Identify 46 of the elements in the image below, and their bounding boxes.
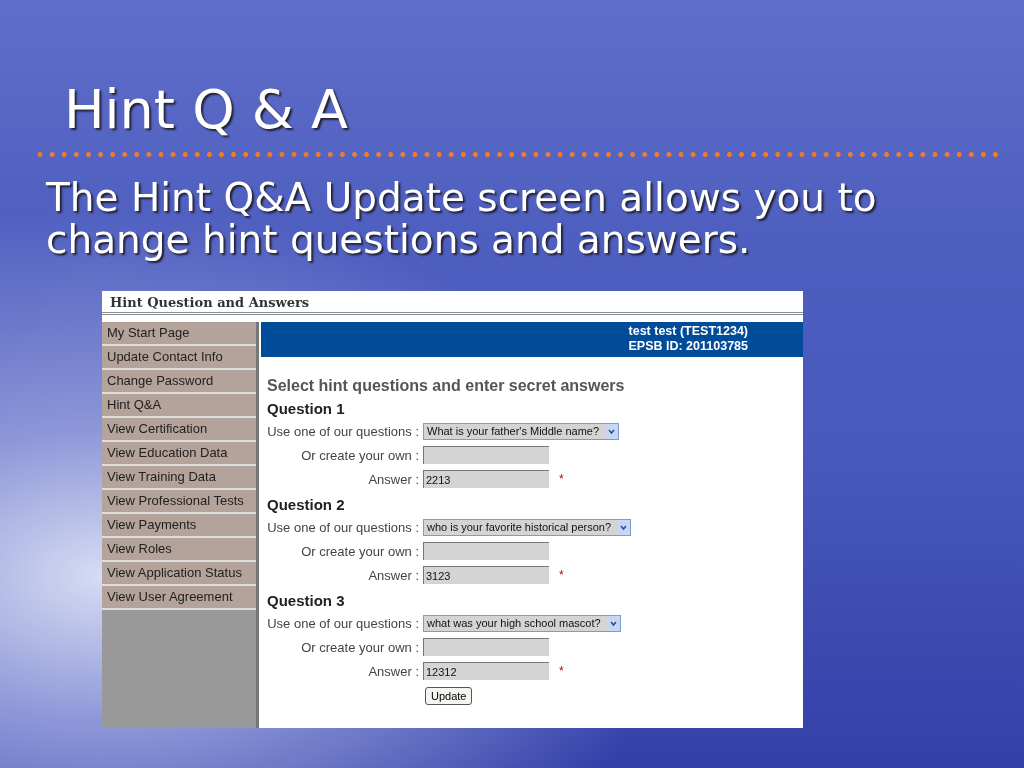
sidebar-link[interactable]: View Education Data [102, 442, 256, 466]
question-dropdown[interactable]: What is your father's Middle name? [423, 422, 620, 440]
answer-field[interactable]: 2213 [423, 470, 549, 488]
sidebar-link[interactable]: View Certification [102, 418, 256, 442]
caret-icon [617, 519, 631, 535]
required-mark: * [559, 472, 564, 486]
question-dropdown[interactable]: who is your favorite historical person? [423, 518, 632, 536]
update-button[interactable]: Update [425, 687, 473, 705]
user-name: test test (TEST1234) [628, 324, 748, 339]
input-field[interactable] [423, 542, 549, 560]
field-label: Answer : [367, 567, 420, 583]
field-label: Or create your own : [300, 639, 420, 655]
answer-field[interactable]: 12312 [423, 662, 549, 680]
input-field[interactable] [423, 638, 549, 656]
question-heading: Question 2 [267, 496, 346, 513]
field-label: Or create your own : [300, 543, 420, 559]
field-label: Or create your own : [300, 447, 420, 463]
sidebar-link[interactable]: View Roles [102, 538, 256, 562]
slide-text: The Hint Q&A Update screen allows you to change hint questions and answers. [46, 177, 878, 261]
question-heading: Question 1 [267, 400, 346, 417]
sidebar-link[interactable]: Hint Q&A [102, 394, 256, 418]
answer-field[interactable]: 3123 [423, 566, 549, 584]
sidebar-link[interactable]: Change Password [102, 370, 256, 394]
slide-title: Hint Q & A [64, 78, 350, 142]
question-dropdown[interactable]: what was your high school mascot? [423, 614, 621, 632]
sidebar-link[interactable]: View User Agreement [102, 586, 256, 610]
caret-icon [606, 615, 620, 631]
input-field[interactable] [423, 446, 549, 464]
required-mark: * [559, 664, 564, 678]
question-heading: Question 3 [267, 592, 346, 609]
field-label: Use one of our questions : [266, 615, 420, 631]
caret-icon [605, 423, 619, 439]
sidebar-link[interactable]: My Start Page [102, 322, 256, 346]
sidebar-link[interactable]: View Application Status [102, 562, 256, 586]
sidebar-link[interactable]: View Training Data [102, 466, 256, 490]
sidebar-link[interactable]: View Professional Tests [102, 490, 256, 514]
user-id: EPSB ID: 201103785 [628, 339, 748, 354]
field-label: Use one of our questions : [266, 423, 420, 439]
form-heading: Select hint questions and enter secret answers [267, 377, 626, 395]
sidebar-link[interactable]: View Payments [102, 514, 256, 538]
sidebar-link[interactable]: Update Contact Info [102, 346, 256, 370]
field-label: Use one of our questions : [266, 519, 420, 535]
field-label: Answer : [367, 471, 420, 487]
required-mark: * [559, 568, 564, 582]
page-title: Hint Question and Answers [102, 291, 803, 315]
field-label: Answer : [367, 663, 420, 679]
